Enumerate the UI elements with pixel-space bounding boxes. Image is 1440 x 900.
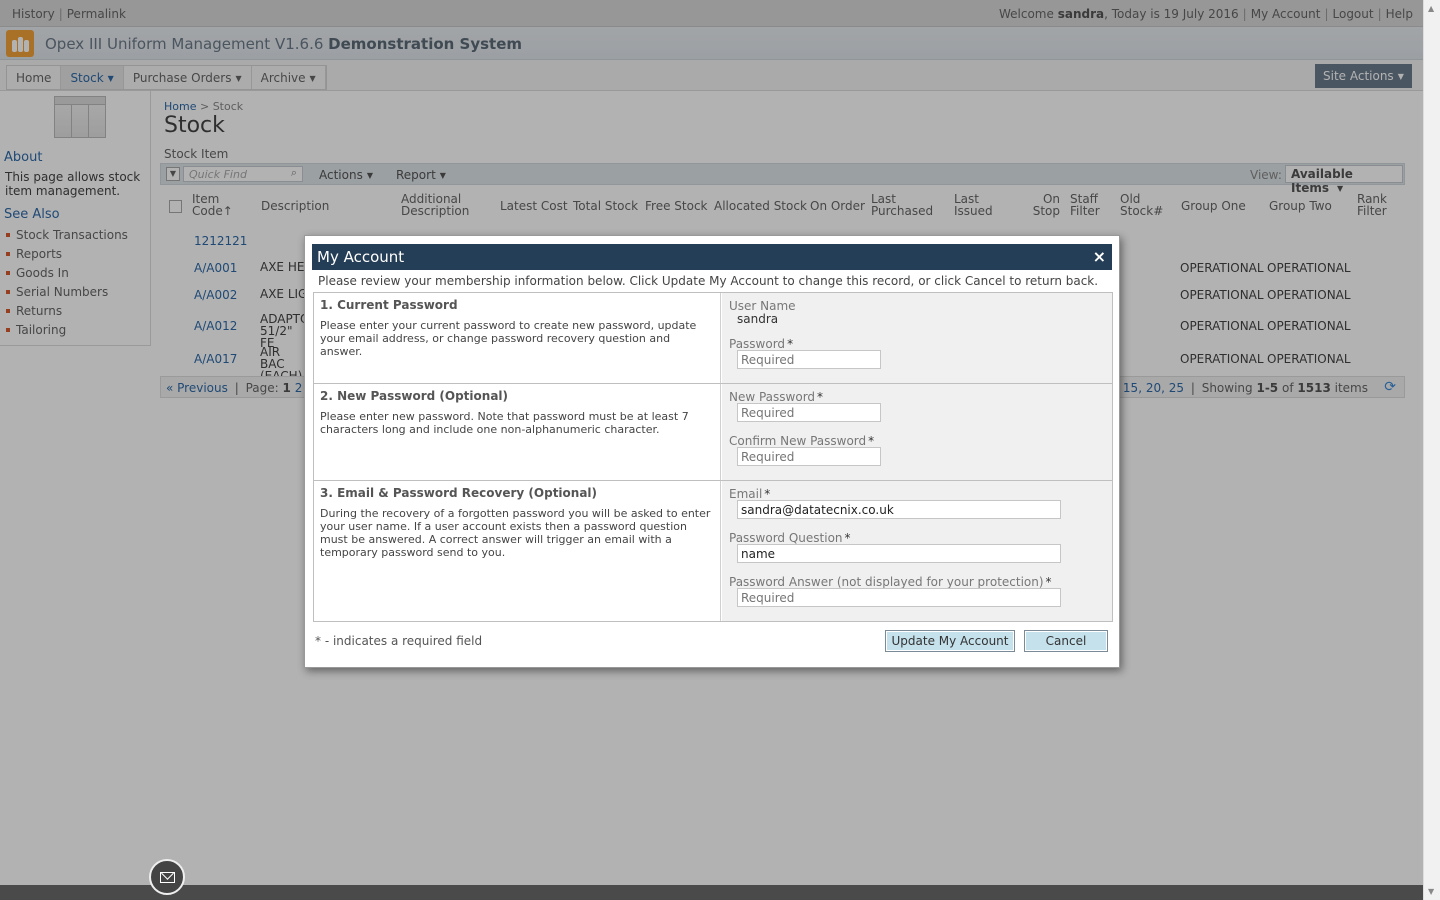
username-value: sandra (737, 312, 779, 326)
section-fields: User Name sandra Password * (722, 293, 1112, 383)
dialog-title-bar: My Account × (312, 244, 1112, 270)
section-text: Please enter your current password to cr… (320, 319, 697, 358)
username-label: User Name (729, 299, 796, 313)
email-field[interactable] (737, 500, 1061, 519)
password-label: Password * (729, 337, 794, 351)
envelope-icon (160, 872, 175, 883)
password-question-label: Password Question * (729, 531, 851, 545)
confirm-password-input[interactable] (737, 447, 881, 466)
dialog-intro: Please review your membership informatio… (318, 274, 1099, 288)
confirm-password-label: Confirm New Password * (729, 434, 875, 448)
email-label: Email * (729, 487, 771, 501)
close-icon[interactable]: × (1093, 247, 1106, 266)
my-account-dialog: My Account × Please review your membersh… (304, 235, 1120, 668)
section-description: 1. Current Password Please enter your cu… (314, 293, 721, 383)
current-password-section: 1. Current Password Please enter your cu… (313, 292, 1113, 384)
new-password-input[interactable] (737, 403, 881, 422)
password-answer-label: Password Answer (not displayed for your … (729, 575, 1052, 589)
recovery-section: 3. Email & Password Recovery (Optional) … (313, 480, 1113, 622)
vertical-scrollbar[interactable]: ▲ ▼ (1423, 0, 1440, 900)
section-text: Please enter new password. Note that pas… (320, 410, 689, 436)
password-answer-input[interactable] (737, 588, 1061, 607)
section-text: During the recovery of a forgotten passw… (320, 507, 711, 559)
scroll-up-icon[interactable]: ▲ (1428, 4, 1434, 13)
section-heading: 2. New Password (Optional) (320, 389, 509, 403)
dialog-title: My Account (317, 248, 405, 266)
section-description: 2. New Password (Optional) Please enter … (314, 384, 721, 480)
section-heading: 1. Current Password (320, 298, 458, 312)
new-password-section: 2. New Password (Optional) Please enter … (313, 383, 1113, 481)
feedback-button[interactable] (149, 859, 185, 895)
section-fields: New Password* Confirm New Password* (722, 384, 1112, 480)
password-question-input[interactable] (737, 544, 1061, 563)
update-my-account-button[interactable]: Update My Account (885, 630, 1015, 652)
cancel-button[interactable]: Cancel (1024, 630, 1108, 652)
new-password-label: New Password * (729, 390, 824, 404)
current-password-input[interactable] (737, 350, 881, 369)
required-field-note: * - indicates a required field (315, 634, 483, 648)
section-fields: Email* Password Question* Password Answe… (722, 481, 1112, 621)
section-description: 3. Email & Password Recovery (Optional) … (314, 481, 721, 621)
scroll-down-icon[interactable]: ▼ (1428, 887, 1434, 896)
section-heading: 3. Email & Password Recovery (Optional) (320, 486, 598, 500)
